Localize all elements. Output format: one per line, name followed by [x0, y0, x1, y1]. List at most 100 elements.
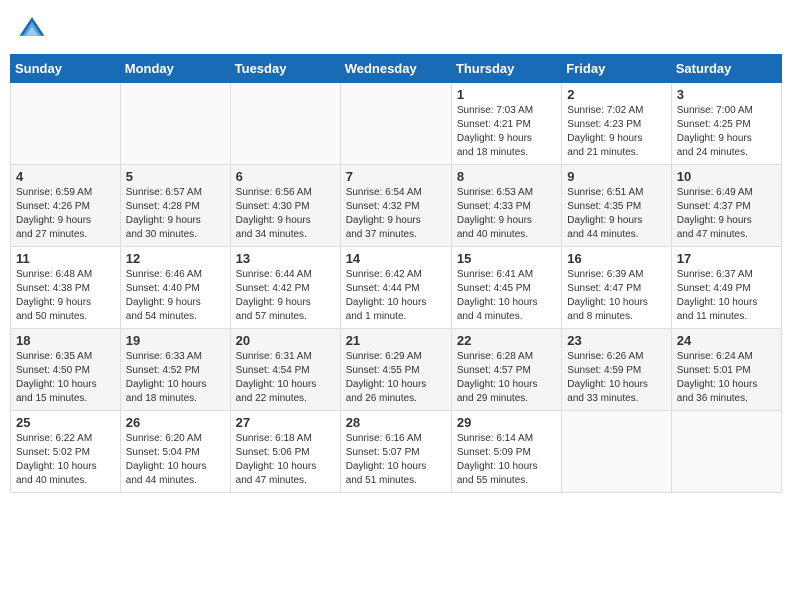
- day-number: 27: [236, 415, 335, 430]
- day-number: 26: [126, 415, 225, 430]
- day-number: 19: [126, 333, 225, 348]
- day-info: Sunrise: 6:24 AM Sunset: 5:01 PM Dayligh…: [677, 350, 776, 406]
- calendar-cell: 25 Sunrise: 6:22 AM Sunset: 5:02 PM Dayli…: [11, 411, 121, 493]
- day-info: Sunrise: 6:53 AM Sunset: 4:33 PM Dayligh…: [457, 186, 556, 242]
- calendar-week-row: 18 Sunrise: 6:35 AM Sunset: 4:50 PM Dayli…: [11, 329, 782, 411]
- day-number: 13: [236, 251, 335, 266]
- day-number: 6: [236, 169, 335, 184]
- day-info: Sunrise: 6:18 AM Sunset: 5:06 PM Dayligh…: [236, 432, 335, 488]
- calendar-cell: 10 Sunrise: 6:49 AM Sunset: 4:37 PM Dayli…: [671, 165, 781, 247]
- day-of-week-header: Monday: [120, 55, 230, 83]
- calendar-cell: 2 Sunrise: 7:02 AM Sunset: 4:23 PM Daylig…: [562, 83, 671, 165]
- day-of-week-header: Tuesday: [230, 55, 340, 83]
- day-info: Sunrise: 6:20 AM Sunset: 5:04 PM Dayligh…: [126, 432, 225, 488]
- calendar-cell: 19 Sunrise: 6:33 AM Sunset: 4:52 PM Dayli…: [120, 329, 230, 411]
- day-of-week-header: Friday: [562, 55, 671, 83]
- calendar-cell: 11 Sunrise: 6:48 AM Sunset: 4:38 PM Dayli…: [11, 247, 121, 329]
- calendar-cell: 12Sunrise: 6:46 AM Sunset: 4:40 PM Dayli…: [120, 247, 230, 329]
- day-number: 15: [457, 251, 556, 266]
- day-number: 4: [16, 169, 115, 184]
- day-of-week-header: Saturday: [671, 55, 781, 83]
- day-info: Sunrise: 6:14 AM Sunset: 5:09 PM Dayligh…: [457, 432, 556, 488]
- day-number: 29: [457, 415, 556, 430]
- day-number: 8: [457, 169, 556, 184]
- day-number: 1: [457, 87, 556, 102]
- day-number: 23: [567, 333, 665, 348]
- day-number: 14: [346, 251, 446, 266]
- day-number: 12: [126, 251, 225, 266]
- day-number: 20: [236, 333, 335, 348]
- calendar-week-row: 11 Sunrise: 6:48 AM Sunset: 4:38 PM Dayli…: [11, 247, 782, 329]
- day-info: Sunrise: 7:00 AM Sunset: 4:25 PM Dayligh…: [677, 104, 776, 160]
- day-info: Sunrise: 6:35 AM Sunset: 4:50 PM Dayligh…: [16, 350, 115, 406]
- calendar-cell: 22 Sunrise: 6:28 AM Sunset: 4:57 PM Dayli…: [451, 329, 561, 411]
- calendar-cell: 1 Sunrise: 7:03 AM Sunset: 4:21 PM Daylig…: [451, 83, 561, 165]
- day-number: 25: [16, 415, 115, 430]
- day-number: 3: [677, 87, 776, 102]
- calendar-cell: 4 Sunrise: 6:59 AM Sunset: 4:26 PM Daylig…: [11, 165, 121, 247]
- calendar-week-row: 1 Sunrise: 7:03 AM Sunset: 4:21 PM Daylig…: [11, 83, 782, 165]
- calendar-cell: 7 Sunrise: 6:54 AM Sunset: 4:32 PM Daylig…: [340, 165, 451, 247]
- calendar-cell: 18 Sunrise: 6:35 AM Sunset: 4:50 PM Dayli…: [11, 329, 121, 411]
- calendar-cell: 24Sunrise: 6:24 AM Sunset: 5:01 PM Dayli…: [671, 329, 781, 411]
- day-of-week-header: Wednesday: [340, 55, 451, 83]
- day-number: 16: [567, 251, 665, 266]
- day-number: 17: [677, 251, 776, 266]
- day-info: Sunrise: 6:54 AM Sunset: 4:32 PM Dayligh…: [346, 186, 446, 242]
- day-info: Sunrise: 6:41 AM Sunset: 4:45 PM Dayligh…: [457, 268, 556, 324]
- day-number: 18: [16, 333, 115, 348]
- day-info: Sunrise: 6:59 AM Sunset: 4:26 PM Dayligh…: [16, 186, 115, 242]
- day-number: 7: [346, 169, 446, 184]
- day-info: Sunrise: 7:03 AM Sunset: 4:21 PM Dayligh…: [457, 104, 556, 160]
- calendar-cell: [11, 83, 121, 165]
- day-info: Sunrise: 6:16 AM Sunset: 5:07 PM Dayligh…: [346, 432, 446, 488]
- day-number: 11: [16, 251, 115, 266]
- calendar-cell: 5 Sunrise: 6:57 AM Sunset: 4:28 PM Daylig…: [120, 165, 230, 247]
- day-of-week-header: Sunday: [11, 55, 121, 83]
- day-number: 22: [457, 333, 556, 348]
- day-info: Sunrise: 6:31 AM Sunset: 4:54 PM Dayligh…: [236, 350, 335, 406]
- calendar-cell: [562, 411, 671, 493]
- day-number: 2: [567, 87, 665, 102]
- day-info: Sunrise: 6:49 AM Sunset: 4:37 PM Dayligh…: [677, 186, 776, 242]
- calendar-cell: 15 Sunrise: 6:41 AM Sunset: 4:45 PM Dayli…: [451, 247, 561, 329]
- day-info: Sunrise: 6:26 AM Sunset: 4:59 PM Dayligh…: [567, 350, 665, 406]
- calendar-cell: 9 Sunrise: 6:51 AM Sunset: 4:35 PM Daylig…: [562, 165, 671, 247]
- day-info: Sunrise: 7:02 AM Sunset: 4:23 PM Dayligh…: [567, 104, 665, 160]
- calendar-cell: 27 Sunrise: 6:18 AM Sunset: 5:06 PM Dayli…: [230, 411, 340, 493]
- day-info: Sunrise: 6:39 AM Sunset: 4:47 PM Dayligh…: [567, 268, 665, 324]
- day-info: Sunrise: 6:57 AM Sunset: 4:28 PM Dayligh…: [126, 186, 225, 242]
- day-info: Sunrise: 6:22 AM Sunset: 5:02 PM Dayligh…: [16, 432, 115, 488]
- day-info: Sunrise: 6:28 AM Sunset: 4:57 PM Dayligh…: [457, 350, 556, 406]
- calendar-week-row: 25 Sunrise: 6:22 AM Sunset: 5:02 PM Dayli…: [11, 411, 782, 493]
- calendar-cell: 13 Sunrise: 6:44 AM Sunset: 4:42 PM Dayli…: [230, 247, 340, 329]
- day-info: Sunrise: 6:48 AM Sunset: 4:38 PM Dayligh…: [16, 268, 115, 324]
- logo-icon: [18, 14, 46, 42]
- calendar-cell: 17Sunrise: 6:37 AM Sunset: 4:49 PM Dayli…: [671, 247, 781, 329]
- day-number: 9: [567, 169, 665, 184]
- day-info: Sunrise: 6:44 AM Sunset: 4:42 PM Dayligh…: [236, 268, 335, 324]
- calendar-cell: [340, 83, 451, 165]
- calendar-cell: 21Sunrise: 6:29 AM Sunset: 4:55 PM Dayli…: [340, 329, 451, 411]
- logo: [18, 14, 50, 42]
- day-info: Sunrise: 6:42 AM Sunset: 4:44 PM Dayligh…: [346, 268, 446, 324]
- day-number: 28: [346, 415, 446, 430]
- calendar-cell: [671, 411, 781, 493]
- day-number: 10: [677, 169, 776, 184]
- calendar-cell: 20 Sunrise: 6:31 AM Sunset: 4:54 PM Dayli…: [230, 329, 340, 411]
- day-number: 5: [126, 169, 225, 184]
- day-info: Sunrise: 6:33 AM Sunset: 4:52 PM Dayligh…: [126, 350, 225, 406]
- day-info: Sunrise: 6:29 AM Sunset: 4:55 PM Dayligh…: [346, 350, 446, 406]
- calendar-week-row: 4 Sunrise: 6:59 AM Sunset: 4:26 PM Daylig…: [11, 165, 782, 247]
- calendar-table: SundayMondayTuesdayWednesdayThursdayFrid…: [10, 54, 782, 493]
- page-header: [10, 10, 782, 46]
- calendar-cell: 16 Sunrise: 6:39 AM Sunset: 4:47 PM Dayli…: [562, 247, 671, 329]
- calendar-cell: 26 Sunrise: 6:20 AM Sunset: 5:04 PM Dayli…: [120, 411, 230, 493]
- calendar-cell: 28 Sunrise: 6:16 AM Sunset: 5:07 PM Dayli…: [340, 411, 451, 493]
- calendar-cell: 8 Sunrise: 6:53 AM Sunset: 4:33 PM Daylig…: [451, 165, 561, 247]
- calendar-header-row: SundayMondayTuesdayWednesdayThursdayFrid…: [11, 55, 782, 83]
- calendar-cell: 14 Sunrise: 6:42 AM Sunset: 4:44 PM Dayli…: [340, 247, 451, 329]
- calendar-cell: 23 Sunrise: 6:26 AM Sunset: 4:59 PM Dayli…: [562, 329, 671, 411]
- calendar-cell: 6Sunrise: 6:56 AM Sunset: 4:30 PM Daylig…: [230, 165, 340, 247]
- day-info: Sunrise: 6:51 AM Sunset: 4:35 PM Dayligh…: [567, 186, 665, 242]
